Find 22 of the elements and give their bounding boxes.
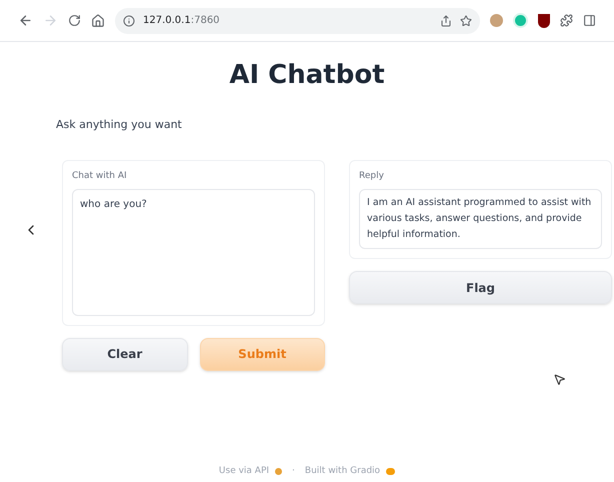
url-text: 127.0.0.1:7860	[143, 14, 220, 28]
home-icon[interactable]	[91, 14, 105, 28]
mouse-cursor-icon	[553, 373, 566, 386]
info-icon	[123, 14, 135, 26]
page-title: AI Chatbot	[228, 59, 386, 92]
chat-input-field[interactable]: who are you?	[72, 189, 315, 316]
description-text: Ask anything you want	[56, 117, 183, 133]
reply-label: Reply	[359, 170, 385, 182]
back-icon[interactable]	[18, 13, 33, 28]
secondary-button[interactable]: Flag	[349, 271, 612, 304]
address-bar[interactable]: 127.0.0.1:7860	[115, 8, 480, 34]
puzzle-icon[interactable]	[560, 14, 573, 27]
shield-icon[interactable]	[538, 14, 550, 28]
logo-icon	[386, 468, 396, 475]
reload-icon[interactable]	[68, 14, 81, 27]
secondary-button[interactable]: Clear	[62, 338, 188, 370]
input-label: Chat with AI	[72, 170, 128, 182]
reply-text: I am an AI assistant programmed to assist with various tasks, answer questions, and provide helpful information.	[359, 189, 602, 249]
star-icon[interactable]	[460, 14, 472, 26]
side-panel-icon[interactable]	[583, 14, 596, 27]
separator-text: ·	[292, 464, 295, 478]
share-icon[interactable]	[440, 14, 452, 26]
